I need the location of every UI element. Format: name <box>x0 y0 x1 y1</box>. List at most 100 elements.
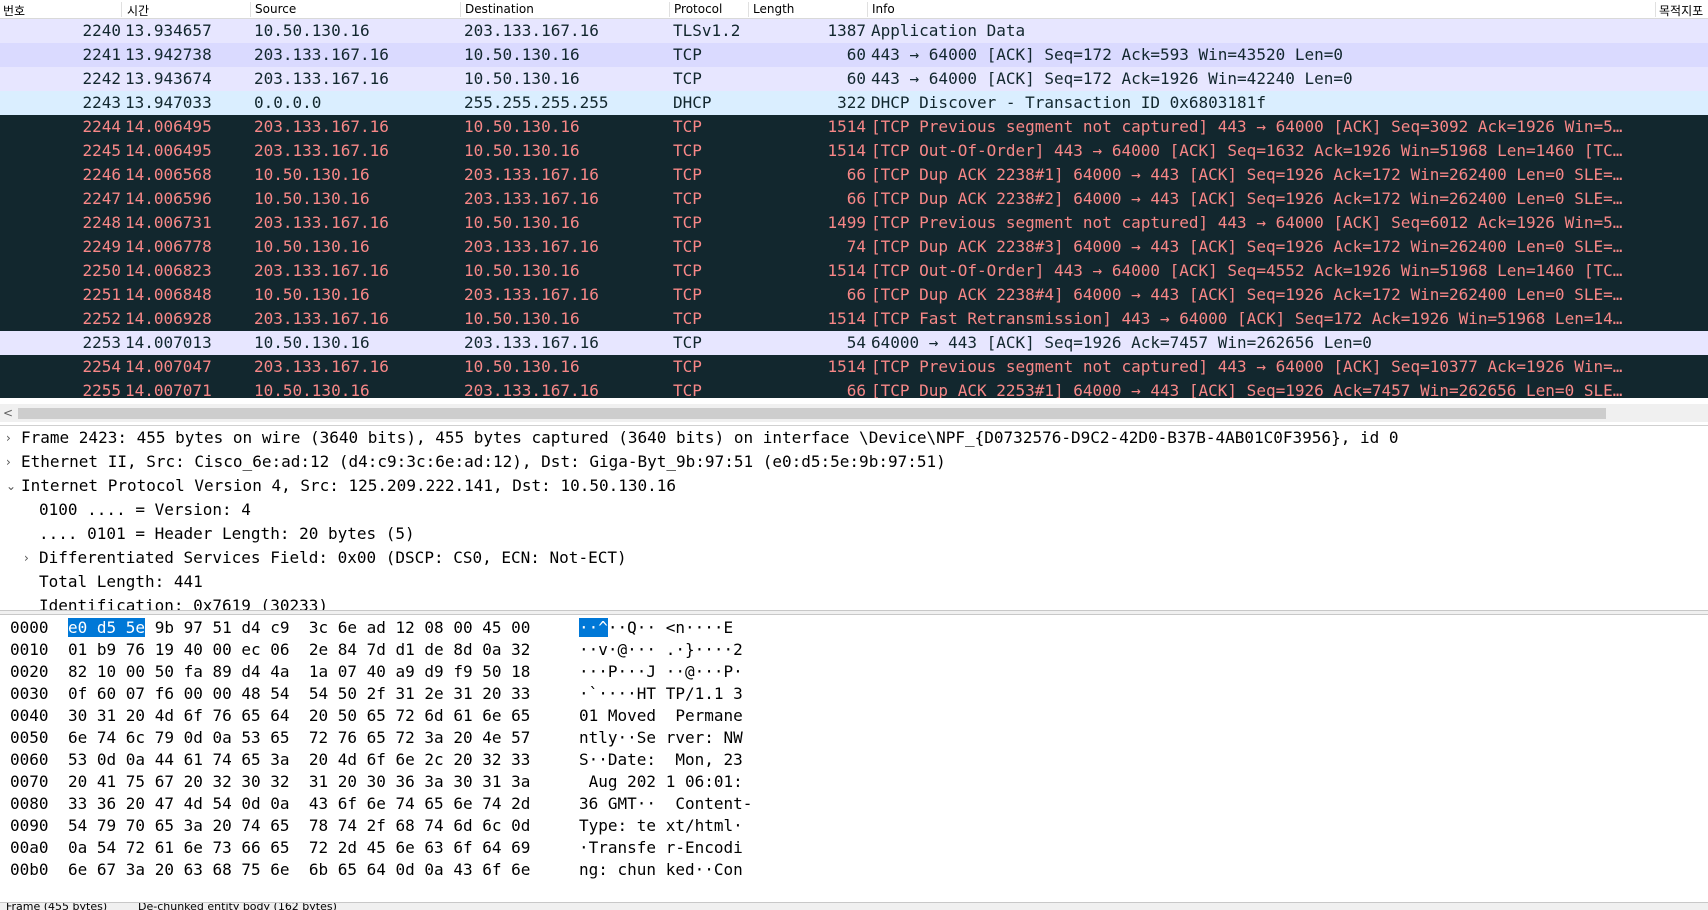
expanded-chevron-icon[interactable]: ⌄ <box>6 474 16 498</box>
col-header-protocol[interactable]: Protocol <box>674 2 722 16</box>
collapsed-chevron-icon[interactable]: › <box>6 450 11 474</box>
hex-bytes[interactable]: 30 31 20 4d 6f 76 65 64 20 50 65 72 6d 6… <box>68 705 530 727</box>
ascii-bytes[interactable]: ··v·@··· .·}····2 <box>579 639 743 661</box>
packet-number: 2240 <box>82 21 121 40</box>
packet-bytes-pane[interactable]: 0000 e0 d5 5e 9b 97 51 d4 c9 3c 6e ad 12 … <box>0 617 1708 902</box>
ascii-bytes[interactable]: ···P···J ··@···P· <box>579 661 743 683</box>
packet-list[interactable]: 번호 시간 Source Destination Protocol Length… <box>0 0 1708 398</box>
packet-destination: 10.50.130.16 <box>464 213 580 232</box>
col-separator[interactable] <box>867 2 868 17</box>
col-separator[interactable] <box>669 2 670 17</box>
hex-bytes[interactable]: 53 0d 0a 44 61 74 65 3a 20 4d 6f 6e 2c 2… <box>68 749 530 771</box>
packet-time: 14.006495 <box>125 117 212 136</box>
packet-row[interactable]: 2242 13.943674 203.133.167.16 10.50.130.16 T… <box>0 67 1708 91</box>
packet-row[interactable]: 2245 14.006495 203.133.167.16 10.50.130.16 T… <box>0 139 1708 163</box>
packet-details-tree[interactable]: › Frame 2423: 455 bytes on wire (3640 bit… <box>0 425 1708 610</box>
packet-row[interactable]: 2254 14.007047 203.133.167.16 10.50.130.16 T… <box>0 355 1708 379</box>
packet-source: 203.133.167.16 <box>254 141 389 160</box>
packet-row[interactable]: 2241 13.942738 203.133.167.16 10.50.130.16 T… <box>0 43 1708 67</box>
packet-row[interactable]: 2253 14.007013 10.50.130.16 203.133.167.16 T… <box>0 331 1708 355</box>
scroll-left-icon[interactable]: < <box>3 404 13 422</box>
packet-row[interactable]: 2255 14.007071 10.50.130.16 203.133.167.16 T… <box>0 379 1708 398</box>
packet-row[interactable]: 2252 14.006928 203.133.167.16 10.50.130.16 T… <box>0 307 1708 331</box>
detail-tree-item[interactable]: › Ethernet II, Src: Cisco_6e:ad:12 (d4:c9… <box>0 450 1708 474</box>
ascii-bytes-text: ·`····HT TP/1.1 3 <box>579 684 743 703</box>
ascii-bytes[interactable]: Aug 202 1 06:01: <box>579 771 743 793</box>
detail-tree-item[interactable]: Identification: 0x7619 (30233) <box>0 594 1708 610</box>
tab-dechunked-body[interactable]: De-chunked entity body (162 bytes) <box>138 903 337 910</box>
packet-protocol: TCP <box>673 357 702 376</box>
packet-info: 443 → 64000 [ACK] Seq=172 Ack=1926 Win=4… <box>871 69 1353 88</box>
detail-tree-label: Identification: 0x7619 (30233) <box>39 596 328 610</box>
packet-source: 10.50.130.16 <box>254 189 370 208</box>
col-separator[interactable] <box>1655 2 1656 17</box>
hex-bytes[interactable]: 82 10 00 50 fa 89 d4 4a 1a 07 40 a9 d9 f… <box>68 661 530 683</box>
col-separator[interactable] <box>250 2 251 17</box>
hex-bytes[interactable]: 33 36 20 47 4d 54 0d 0a 43 6f 6e 74 65 6… <box>68 793 530 815</box>
col-separator[interactable] <box>121 2 122 17</box>
detail-tree-item[interactable]: Total Length: 441 <box>0 570 1708 594</box>
ascii-bytes-text: Type: te xt/html· <box>579 816 743 835</box>
col-header-time[interactable]: 시간 <box>127 2 149 19</box>
col-separator[interactable] <box>748 2 749 17</box>
hex-bytes[interactable]: 54 79 70 65 3a 20 74 65 78 74 2f 68 74 6… <box>68 815 530 837</box>
hex-bytes[interactable]: e0 d5 5e 9b 97 51 d4 c9 3c 6e ad 12 08 0… <box>68 617 530 639</box>
detail-tree-item[interactable]: ⌄ Internet Protocol Version 4, Src: 125.2… <box>0 474 1708 498</box>
collapsed-chevron-icon[interactable]: › <box>24 546 29 570</box>
ascii-bytes[interactable]: ··^··Q·· <n····E <box>579 617 733 639</box>
detail-tree-item[interactable]: .... 0101 = Header Length: 20 bytes (5) <box>0 522 1708 546</box>
ascii-bytes[interactable]: 36 GMT·· Content- <box>579 793 752 815</box>
col-header-length[interactable]: Length <box>753 2 794 16</box>
detail-tree-item[interactable]: 0100 .... = Version: 4 <box>0 498 1708 522</box>
col-header-info[interactable]: Info <box>872 2 895 16</box>
hex-bytes[interactable]: 0a 54 72 61 6e 73 66 65 72 2d 45 6e 63 6… <box>68 837 530 859</box>
ascii-bytes-text: S··Date: Mon, 23 <box>579 750 743 769</box>
packet-row[interactable]: 2249 14.006778 10.50.130.16 203.133.167.16 T… <box>0 235 1708 259</box>
packet-row[interactable]: 2248 14.006731 203.133.167.16 10.50.130.16 T… <box>0 211 1708 235</box>
horizontal-scrollbar[interactable]: < <box>0 404 1708 422</box>
packet-source: 10.50.130.16 <box>254 165 370 184</box>
packet-number: 2245 <box>82 141 121 160</box>
detail-tree-item[interactable]: › Frame 2423: 455 bytes on wire (3640 bit… <box>0 426 1708 450</box>
packet-length: 1514 <box>827 261 866 280</box>
packet-row[interactable]: 2243 13.947033 0.0.0.0 255.255.255.255 DHCP 3… <box>0 91 1708 115</box>
packet-row[interactable]: 2246 14.006568 10.50.130.16 203.133.167.16 T… <box>0 163 1708 187</box>
collapsed-chevron-icon[interactable]: › <box>6 426 11 450</box>
selected-ascii-bytes[interactable]: ··^ <box>579 618 608 637</box>
ascii-bytes-text: ng: chun ked··Con <box>579 860 743 879</box>
hex-bytes[interactable]: 0f 60 07 f6 00 00 48 54 54 50 2f 31 2e 3… <box>68 683 530 705</box>
ascii-bytes[interactable]: 01 Moved Permane <box>579 705 743 727</box>
packet-row[interactable]: 2247 14.006596 10.50.130.16 203.133.167.16 T… <box>0 187 1708 211</box>
pane-splitter[interactable] <box>0 610 1708 615</box>
packet-source: 10.50.130.16 <box>254 381 370 398</box>
hex-bytes[interactable]: 01 b9 76 19 40 00 ec 06 2e 84 7d d1 de 8… <box>68 639 530 661</box>
col-header-source[interactable]: Source <box>255 2 296 16</box>
scrollbar-thumb[interactable] <box>18 408 1606 419</box>
packet-row[interactable]: 2244 14.006495 203.133.167.16 10.50.130.16 T… <box>0 115 1708 139</box>
packet-protocol: TCP <box>673 189 702 208</box>
hex-bytes[interactable]: 20 41 75 67 20 32 30 32 31 20 30 36 3a 3… <box>68 771 530 793</box>
packet-row[interactable]: 2240 13.934657 10.50.130.16 203.133.167.16 T… <box>0 19 1708 43</box>
tab-frame-bytes[interactable]: Frame (455 bytes) <box>6 903 107 910</box>
ascii-bytes[interactable]: S··Date: Mon, 23 <box>579 749 743 771</box>
ascii-bytes[interactable]: Type: te xt/html· <box>579 815 743 837</box>
ascii-bytes[interactable]: ntly··Se rver: NW <box>579 727 743 749</box>
col-header-no[interactable]: 번호 <box>3 2 25 19</box>
col-separator[interactable] <box>460 2 461 17</box>
ascii-bytes-text: ···P···J ··@···P· <box>579 662 743 681</box>
col-header-destination-port[interactable]: 목적지포 <box>1659 2 1703 19</box>
hex-bytes-text: 01 b9 76 19 40 00 ec 06 2e 84 7d d1 de 8… <box>68 640 531 659</box>
selected-hex-bytes[interactable]: e0 d5 5e <box>68 618 146 637</box>
hex-bytes[interactable]: 6e 74 6c 79 0d 0a 53 65 72 76 65 72 3a 2… <box>68 727 530 749</box>
hex-bytes-text: 30 31 20 4d 6f 76 65 64 20 50 65 72 6d 6… <box>68 706 531 725</box>
ascii-bytes[interactable]: ng: chun ked··Con <box>579 859 743 881</box>
hex-offset: 0000 <box>10 618 49 637</box>
detail-tree-item[interactable]: › Differentiated Services Field: 0x00 (DS… <box>0 546 1708 570</box>
ascii-bytes[interactable]: ·`····HT TP/1.1 3 <box>579 683 743 705</box>
ascii-bytes[interactable]: ·Transfe r-Encodi <box>579 837 743 859</box>
col-header-destination[interactable]: Destination <box>465 2 534 16</box>
hex-bytes[interactable]: 6e 67 3a 20 63 68 75 6e 6b 65 64 0d 0a 4… <box>68 859 530 881</box>
packet-length: 66 <box>846 381 866 398</box>
packet-row[interactable]: 2251 14.006848 10.50.130.16 203.133.167.16 T… <box>0 283 1708 307</box>
packet-row[interactable]: 2250 14.006823 203.133.167.16 10.50.130.16 T… <box>0 259 1708 283</box>
